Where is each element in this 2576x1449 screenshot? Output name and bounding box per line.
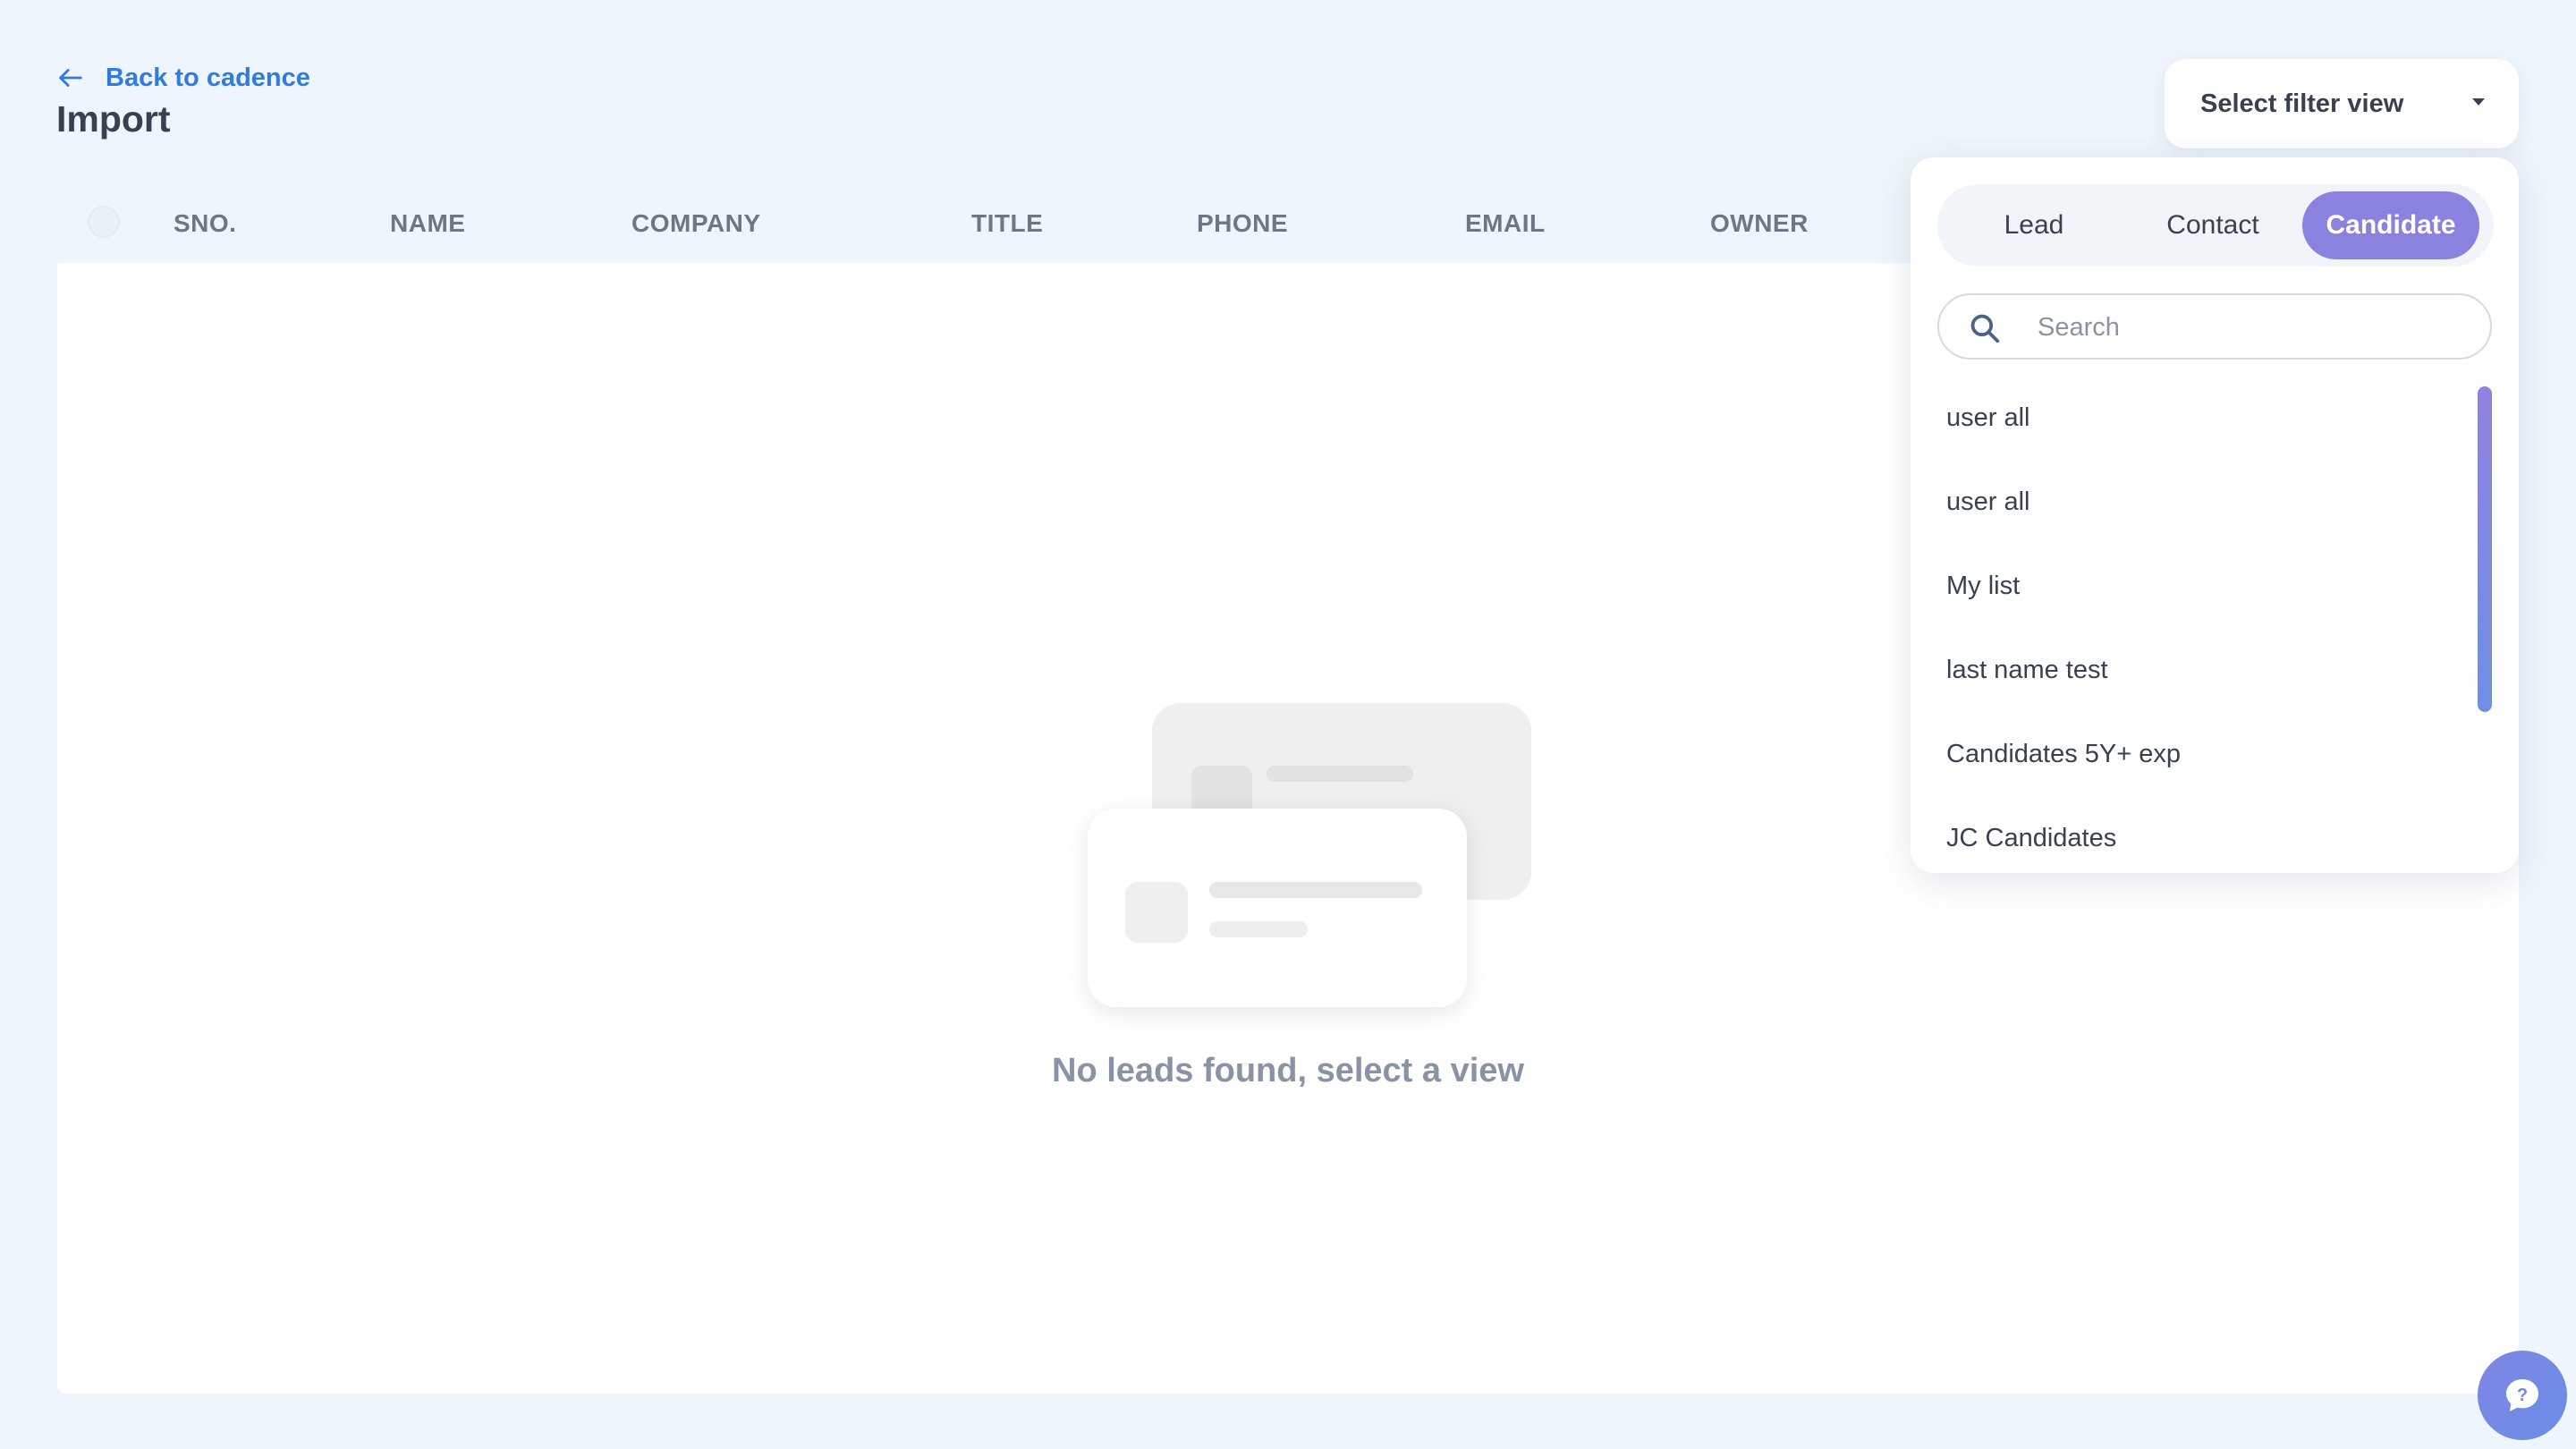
arrow-left-icon [59,69,82,87]
list-item[interactable]: last name test [1911,628,2483,712]
list-scrollbar[interactable] [2478,386,2492,712]
list-item[interactable]: user all [1911,376,2483,460]
search-icon [1970,314,2000,343]
tab-contact[interactable]: Contact [2123,191,2302,259]
chat-help-icon: ? [2506,1379,2538,1411]
filter-select-label: Select filter view [2200,89,2404,118]
placeholder-line [1267,766,1413,782]
tab-lead[interactable]: Lead [1945,191,2123,259]
placeholder-line [1209,921,1308,937]
list-item[interactable]: user all [1911,460,2483,544]
illustration-card-front [1088,809,1467,1007]
filter-view-list: user all user all My list last name test… [1911,376,2483,873]
caret-down-icon [2472,98,2485,106]
svg-text:?: ? [2517,1385,2528,1405]
list-item[interactable]: Candidates 5Y+ exp [1911,712,2483,796]
back-link-label: Back to cadence [106,63,310,92]
search-box [1937,293,2492,360]
back-to-cadence-link[interactable]: Back to cadence [55,63,310,93]
placeholder-square [1125,882,1188,943]
chat-help-button[interactable]: ? [2478,1351,2567,1440]
column-name: NAME [390,209,466,237]
page-title: Import [56,98,171,140]
column-title: TITLE [971,209,1044,237]
column-owner: OWNER [1710,209,1809,237]
select-all-checkbox[interactable] [88,206,120,238]
tab-candidate[interactable]: Candidate [2302,191,2479,259]
placeholder-line [1209,882,1422,898]
column-company: COMPANY [631,209,761,237]
type-tabs: Lead Contact Candidate [1937,184,2494,267]
import-page: Back to cadence Import SNO. NAME COMPANY… [0,0,2576,1449]
filter-view-select[interactable]: Select filter view [2165,59,2519,148]
empty-state-illustration [1088,703,1531,1007]
column-sno: SNO. [174,209,237,237]
search-input[interactable] [2038,306,2467,349]
list-item[interactable]: My list [1911,544,2483,628]
list-item[interactable]: JC Candidates [1911,796,2483,873]
column-email: EMAIL [1465,209,1546,237]
empty-state-message: No leads found, select a view [1052,1052,1524,1089]
filter-dropdown: Lead Contact Candidate user all user all… [1911,157,2519,873]
column-phone: PHONE [1197,209,1289,237]
